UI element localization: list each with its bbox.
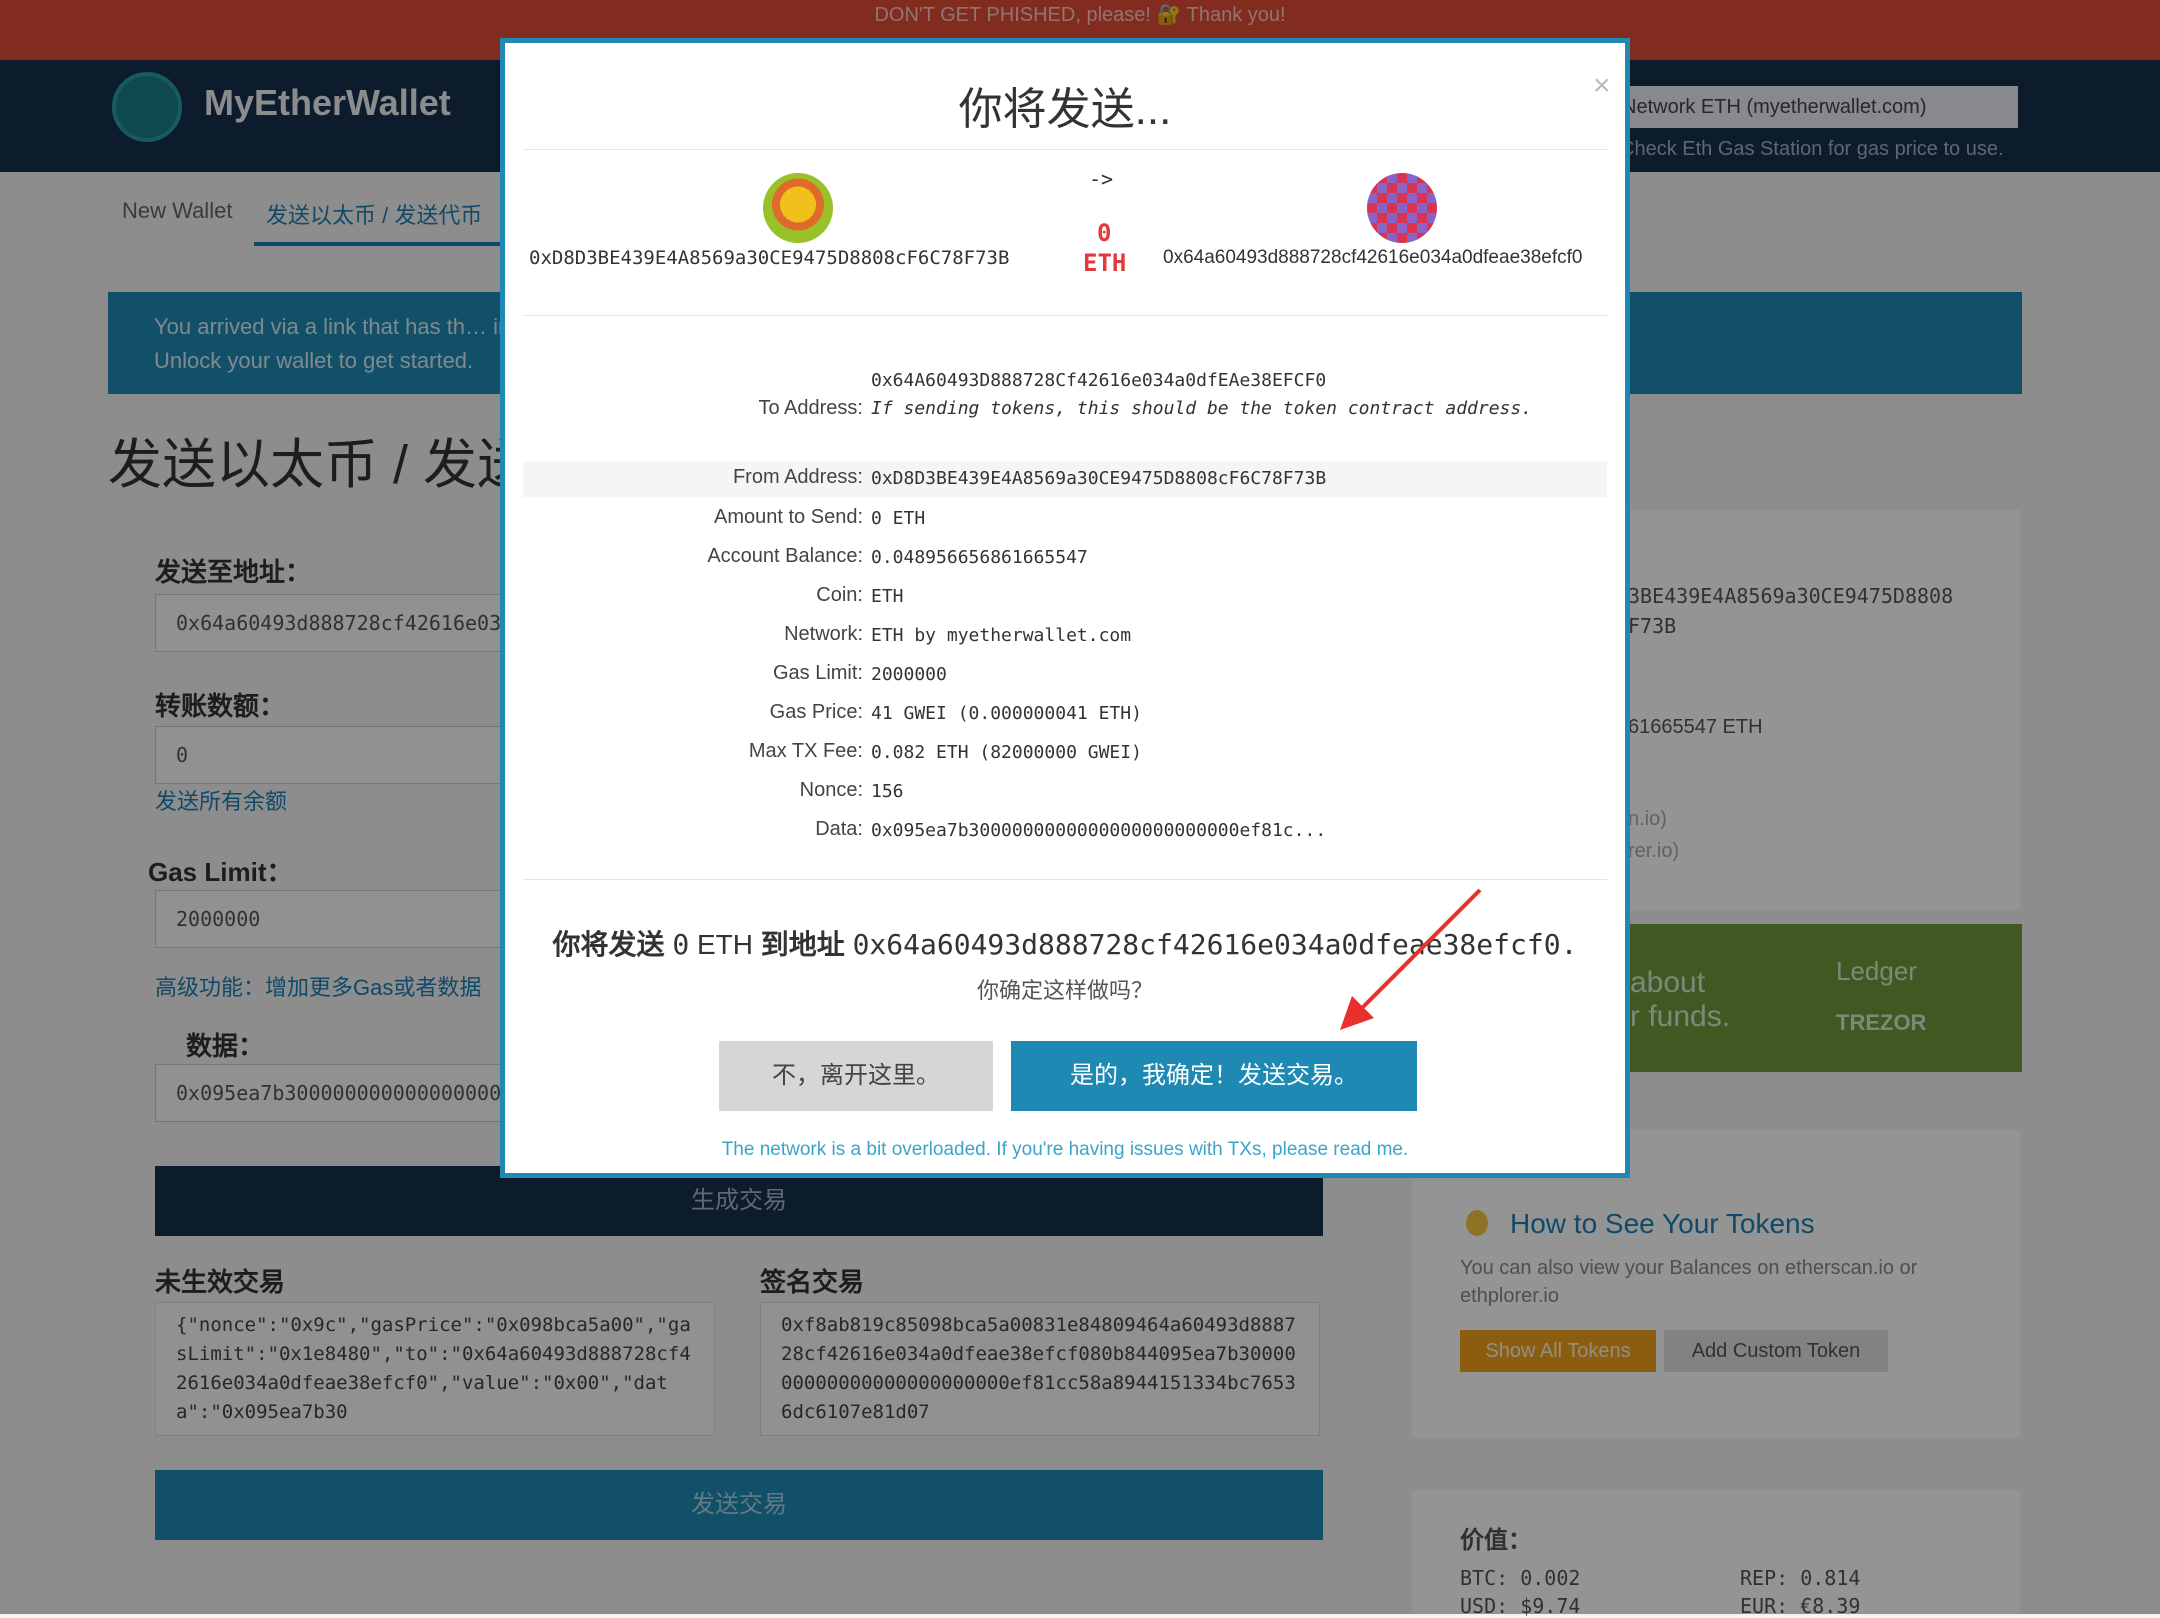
confirm-send-button[interactable]: 是的，我确定！发送交易。 <box>1011 1041 1417 1111</box>
detail-network-value: ETH by myetherwallet.com <box>871 625 1132 646</box>
confirm-amount: 0 <box>672 928 690 961</box>
confirm-prefix: 你将发送 <box>552 929 665 960</box>
annotation-arrow-icon <box>1340 888 1482 1030</box>
modal-divider-mid <box>523 315 1607 316</box>
detail-max-fee-value: 0.082 ETH (82000000 GWEI) <box>871 742 1142 763</box>
detail-balance-label: Account Balance: <box>707 545 863 567</box>
detail-row-to: To Address: 0x64A60493D888728Cf42616e034… <box>523 367 1607 457</box>
detail-row-gas-price: Gas Price: 41 GWEI (0.000000041 ETH) <box>523 696 1607 732</box>
confirm-mid: 到地址 <box>760 929 845 960</box>
modal-title: 你将发送... <box>958 85 1172 134</box>
detail-coin-label: Coin: <box>816 584 863 606</box>
detail-data-value: 0x095ea7b3000000000000000000000000ef81c.… <box>871 820 1327 841</box>
detail-row-max-fee: Max TX Fee: 0.082 ETH (82000000 GWEI) <box>523 735 1607 771</box>
detail-max-fee-label: Max TX Fee: <box>748 740 863 762</box>
detail-network-label: Network: <box>784 623 863 645</box>
detail-data-label: Data: <box>815 818 863 840</box>
detail-row-amount: Amount to Send: 0 ETH <box>523 501 1607 537</box>
detail-amount-label: Amount to Send: <box>714 506 863 528</box>
detail-row-from: From Address: 0xD8D3BE439E4A8569a30CE947… <box>523 461 1607 497</box>
confirm-unit: ETH <box>696 929 753 960</box>
detail-row-balance: Account Balance: 0.048956656861665547 <box>523 540 1607 576</box>
detail-gas-price-label: Gas Price: <box>769 701 863 723</box>
from-identicon-icon <box>763 173 833 243</box>
detail-nonce-value: 156 <box>871 781 904 802</box>
detail-nonce-label: Nonce: <box>799 779 863 801</box>
detail-row-data: Data: 0x095ea7b3000000000000000000000000… <box>523 813 1607 849</box>
detail-row-coin: Coin: ETH <box>523 579 1607 615</box>
detail-from-value: 0xD8D3BE439E4A8569a30CE9475D8808cF6C78F7… <box>871 468 1327 489</box>
detail-to-value: 0x64A60493D888728Cf42616e034a0dfEAe38EFC… <box>871 370 1327 391</box>
detail-amount-value: 0 ETH <box>871 508 926 529</box>
detail-row-nonce: Nonce: 156 <box>523 774 1607 810</box>
detail-to-label: To Address: <box>758 397 863 419</box>
network-overload-link[interactable]: The network is a bit overloaded. If you'… <box>505 1139 1625 1161</box>
to-address: 0x64a60493d888728cf42616e034a0dfeae38efc… <box>1163 247 1583 268</box>
transfer-arrow: -> <box>1089 167 1114 191</box>
to-identicon-icon <box>1367 173 1437 243</box>
detail-balance-value: 0.048956656861665547 <box>871 547 1088 568</box>
detail-to-block: 0x64A60493D888728Cf42616e034a0dfEAe38EFC… <box>871 367 1551 423</box>
detail-gas-limit-label: Gas Limit: <box>772 662 863 684</box>
detail-row-network: Network: ETH by myetherwallet.com <box>523 618 1607 654</box>
detail-gas-limit-value: 2000000 <box>871 664 947 685</box>
cancel-button[interactable]: 不，离开这里。 <box>719 1041 993 1111</box>
detail-coin-value: ETH <box>871 586 904 607</box>
transfer-unit: ETH <box>1083 249 1127 277</box>
close-icon[interactable]: × <box>1593 69 1611 103</box>
from-address: 0xD8D3BE439E4A8569a30CE9475D8808cF6C78F7… <box>529 247 1010 269</box>
transfer-amount: 0 <box>1097 219 1112 247</box>
modal-divider-top <box>523 149 1607 150</box>
detail-row-gas-limit: Gas Limit: 2000000 <box>523 657 1607 693</box>
detail-to-note: If sending tokens, this should be the to… <box>871 398 1533 419</box>
detail-from-label: From Address: <box>732 466 863 488</box>
detail-gas-price-value: 41 GWEI (0.000000041 ETH) <box>871 703 1142 724</box>
